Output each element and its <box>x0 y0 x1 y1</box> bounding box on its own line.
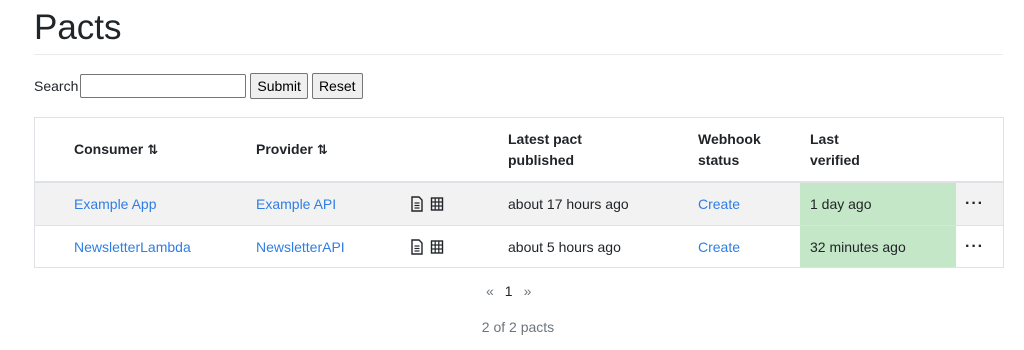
sort-icon[interactable]: ⇅ <box>147 139 158 160</box>
webhook-create-link[interactable]: Create <box>698 226 740 267</box>
search-input[interactable] <box>80 74 247 98</box>
previous-page-link[interactable]: « <box>486 283 494 299</box>
grid-icon[interactable] <box>430 196 444 212</box>
document-icon[interactable] <box>410 238 424 255</box>
pact-view-icons <box>410 183 444 225</box>
latest-pact-published: about 17 hours ago <box>508 196 629 212</box>
last-verified-header: Last verified <box>810 118 860 181</box>
table-row: Example App Example API about 17 hours a… <box>35 183 1003 226</box>
last-verified-cell: 32 minutes ago <box>800 226 956 267</box>
title-divider <box>34 54 1003 55</box>
current-page[interactable]: 1 <box>505 283 513 299</box>
next-page-link[interactable]: » <box>524 283 532 299</box>
consumer-header[interactable]: Consumer ⇅ <box>74 118 158 181</box>
latest-pact-header-line1: Latest pact <box>508 130 582 147</box>
table-row: NewsletterLambda NewsletterAPI about 5 h… <box>35 226 1003 267</box>
last-verified-cell: 1 day ago <box>800 183 956 225</box>
more-icon[interactable]: ··· <box>965 183 984 225</box>
reset-button[interactable]: Reset <box>311 73 363 99</box>
provider-link[interactable]: Example API <box>256 183 336 225</box>
sort-icon[interactable]: ⇅ <box>317 139 328 160</box>
webhook-header-line1: Webhook <box>698 130 761 147</box>
pact-view-icons <box>410 226 444 267</box>
webhook-header-line2: status <box>698 151 740 168</box>
provider-header-label: Provider <box>256 141 313 157</box>
consumer-link[interactable]: Example App <box>74 183 157 225</box>
verified-header-line1: Last <box>810 130 839 147</box>
pacts-table: Consumer ⇅ Provider ⇅ Latest pact publis… <box>34 117 1004 268</box>
table-header-row: Consumer ⇅ Provider ⇅ Latest pact publis… <box>35 118 1003 183</box>
pact-count-summary: 2 of 2 pacts <box>481 319 555 335</box>
search-form: Search Submit Reset <box>34 73 363 99</box>
webhook-create-link[interactable]: Create <box>698 183 740 225</box>
pagination: « 1 » <box>486 283 531 299</box>
submit-button[interactable]: Submit <box>250 73 308 99</box>
provider-link[interactable]: NewsletterAPI <box>256 226 345 267</box>
search-label: Search <box>34 78 79 94</box>
latest-pact-header: Latest pact published <box>508 118 582 181</box>
grid-icon[interactable] <box>430 239 444 255</box>
more-icon[interactable]: ··· <box>965 226 984 267</box>
page-title: Pacts <box>34 8 122 47</box>
provider-header[interactable]: Provider ⇅ <box>256 118 328 181</box>
document-icon[interactable] <box>410 196 424 212</box>
webhook-status-header: Webhook status <box>698 118 761 181</box>
consumer-header-label: Consumer <box>74 141 144 157</box>
latest-pact-header-line2: published <box>508 151 575 168</box>
latest-pact-published: about 5 hours ago <box>508 238 621 255</box>
consumer-link[interactable]: NewsletterLambda <box>74 226 191 267</box>
verified-header-line2: verified <box>810 151 860 168</box>
